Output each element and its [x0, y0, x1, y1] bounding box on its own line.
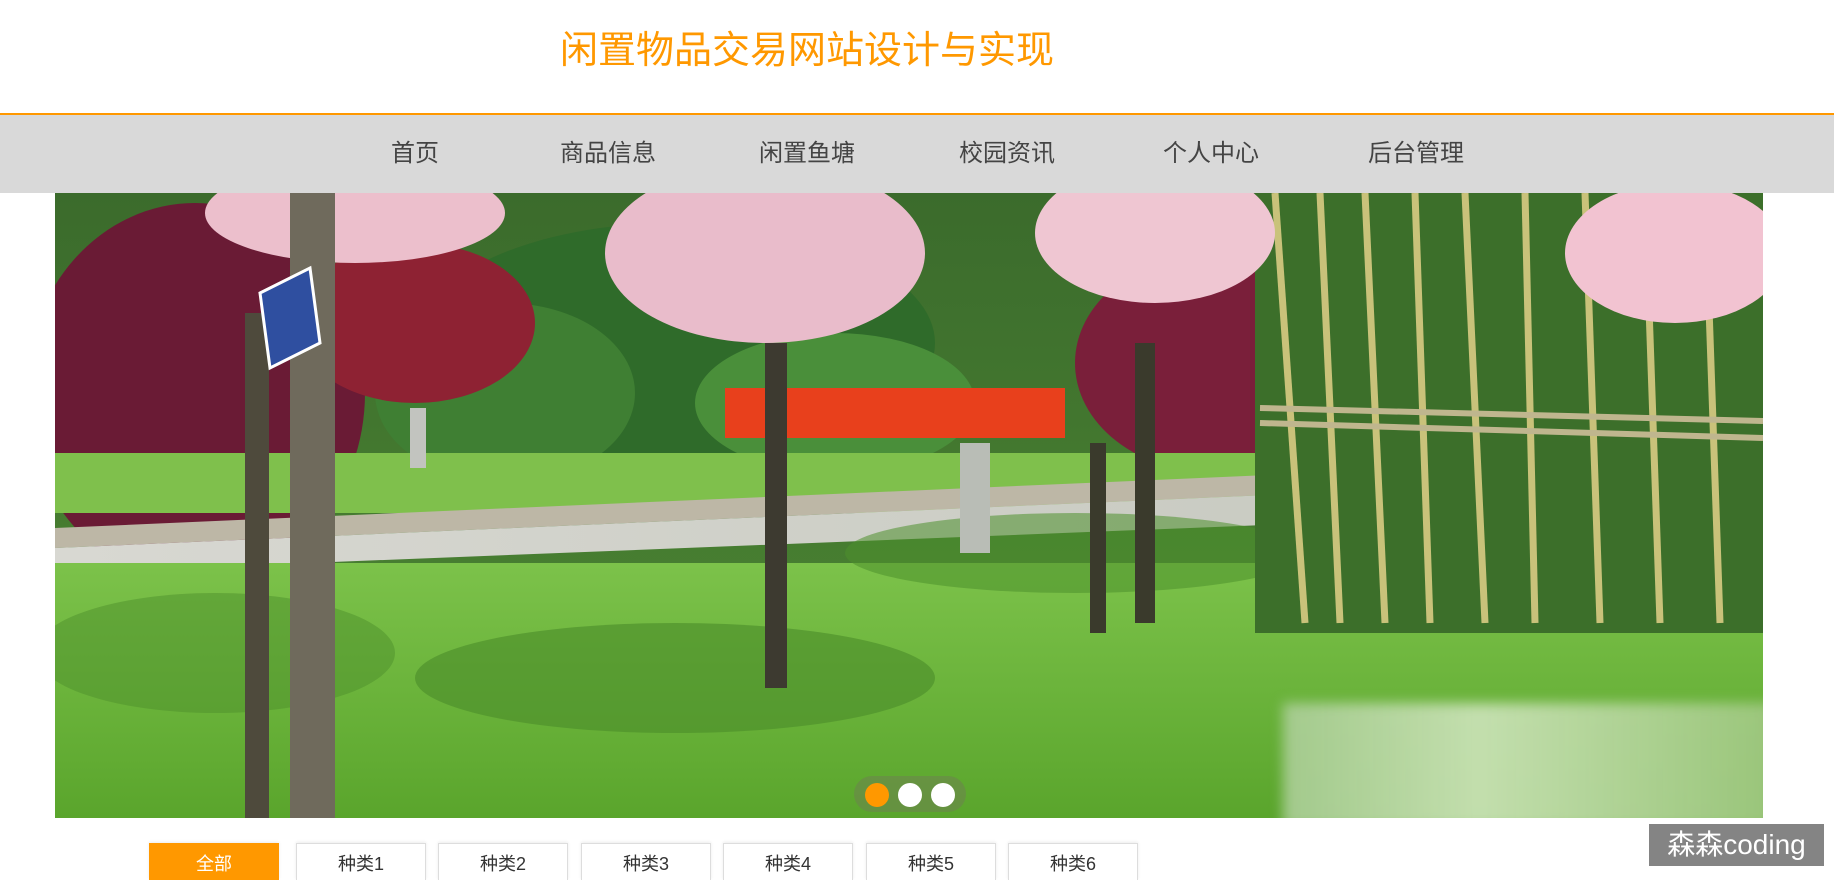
category-tab-label: 种类6 [1049, 854, 1096, 874]
blurred-overlay [1283, 703, 1763, 818]
nav-item-label: 校园资讯 [959, 140, 1055, 167]
nav-item-personal-center[interactable]: 个人中心 [1151, 115, 1271, 193]
category-tab-4[interactable]: 种类4 [723, 843, 853, 880]
nav-item-products[interactable]: 商品信息 [548, 115, 668, 193]
category-tab-label: 种类4 [764, 854, 811, 874]
nav-item-home[interactable]: 首页 [365, 115, 465, 193]
category-tab-all[interactable]: 全部 [149, 843, 279, 880]
carousel-dot-1[interactable] [865, 783, 889, 807]
nav-item-label: 商品信息 [560, 140, 656, 167]
site-title: 闲置物品交易网站设计与实现 [560, 30, 1055, 72]
nav-item-label: 后台管理 [1368, 140, 1464, 167]
carousel-dot-3[interactable] [931, 783, 955, 807]
nav-item-label: 首页 [391, 140, 439, 167]
banner-carousel[interactable] [55, 193, 1763, 818]
nav-item-campus-news[interactable]: 校园资讯 [947, 115, 1067, 193]
category-tab-label: 种类5 [907, 854, 954, 874]
carousel-dot-2[interactable] [898, 783, 922, 807]
carousel-indicators [854, 776, 966, 812]
nav-item-label: 个人中心 [1163, 140, 1259, 167]
category-tab-2[interactable]: 种类2 [438, 843, 568, 880]
category-tab-label: 种类1 [337, 854, 384, 874]
category-tab-label: 种类3 [622, 854, 669, 874]
nav-item-label: 闲置鱼塘 [759, 140, 855, 167]
category-tab-1[interactable]: 种类1 [296, 843, 426, 880]
category-tab-5[interactable]: 种类5 [866, 843, 996, 880]
category-tab-label: 种类2 [479, 854, 526, 874]
page: 闲置物品交易网站设计与实现 首页 商品信息 闲置鱼塘 校园资讯 个人中心 后台管… [0, 0, 1834, 880]
main-nav: 首页 商品信息 闲置鱼塘 校园资讯 个人中心 后台管理 [0, 113, 1834, 193]
category-tab-3[interactable]: 种类3 [581, 843, 711, 880]
nav-item-fish-pond[interactable]: 闲置鱼塘 [747, 115, 867, 193]
category-tab-6[interactable]: 种类6 [1008, 843, 1138, 880]
category-tab-label: 全部 [196, 854, 232, 874]
header: 闲置物品交易网站设计与实现 [0, 0, 1834, 113]
category-tabs: 全部 种类1 种类2 种类3 种类4 种类5 种类6 [0, 843, 1834, 880]
nav-item-admin[interactable]: 后台管理 [1356, 115, 1476, 193]
